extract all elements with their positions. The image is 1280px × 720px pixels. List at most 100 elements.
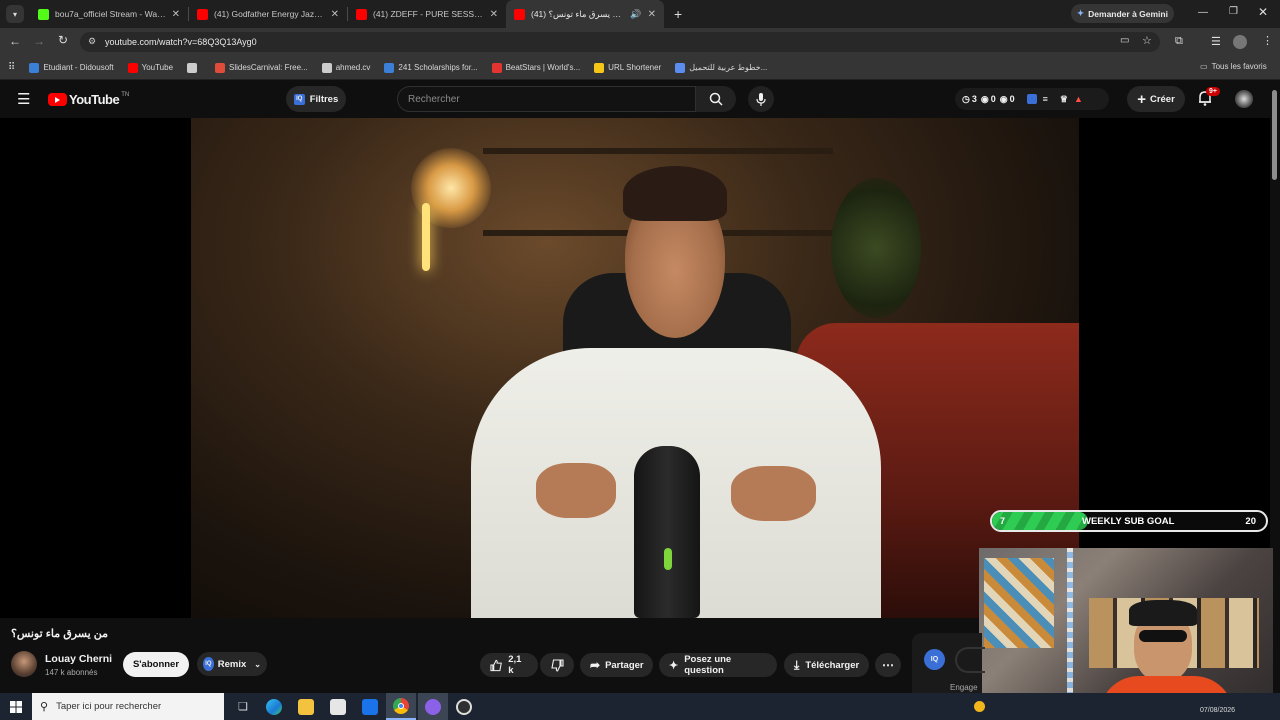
mail-icon[interactable] xyxy=(361,698,378,715)
sub-goal-bar: 7 WEEKLY SUB GOAL 20 xyxy=(990,510,1268,532)
windows-start-button[interactable] xyxy=(0,693,32,720)
remix-button[interactable]: IQ Remix ⌄ xyxy=(197,652,267,676)
tab-title: (41) Godfather Energy Jazz | Ol xyxy=(214,9,325,19)
back-arrow-icon[interactable]: ← xyxy=(9,34,21,48)
browser-tab[interactable]: bou7a_officiel Stream - Watch L ✕ xyxy=(30,0,188,28)
dislike-button[interactable] xyxy=(540,653,574,677)
wall-poster xyxy=(984,558,1054,648)
chrome-taskbar-button[interactable] xyxy=(385,693,416,720)
new-tab-button[interactable]: + xyxy=(674,6,682,22)
toggle-outline[interactable] xyxy=(955,647,985,673)
gemini-icon: ✦ xyxy=(1077,8,1085,18)
search-placeholder: Rechercher xyxy=(408,94,460,105)
country-code: TN xyxy=(121,91,130,98)
store-icon[interactable] xyxy=(329,698,346,715)
sub-goal-progress xyxy=(992,512,1088,530)
trophy-icon[interactable]: ♕ xyxy=(1060,94,1068,105)
share-button[interactable]: ➦ Partager xyxy=(580,653,653,677)
bookmark-item[interactable]: BeatStars | World's... xyxy=(491,62,580,73)
taskbar-search-placeholder: Taper ici pour rechercher xyxy=(56,701,162,712)
more-horizontal-icon: ⋯ xyxy=(882,658,894,672)
task-view-icon[interactable]: ❏ xyxy=(238,700,248,713)
thumbs-down-icon xyxy=(550,658,564,672)
forward-arrow-icon[interactable]: → xyxy=(33,34,45,48)
file-explorer-icon[interactable] xyxy=(297,698,314,715)
hamburger-menu-icon[interactable]: ☰ xyxy=(17,90,30,108)
tab-close-icon[interactable]: ✕ xyxy=(331,9,339,20)
filters-button[interactable]: IQ Filtres xyxy=(286,86,346,112)
close-window-button[interactable]: ✕ xyxy=(1258,5,1268,19)
profile-avatar[interactable] xyxy=(1233,35,1247,49)
bookmark-item[interactable]: YouTube xyxy=(127,62,173,73)
reload-icon[interactable]: ↻ xyxy=(58,33,68,47)
extensions-icon[interactable]: ⧉ xyxy=(1175,35,1183,48)
gemini-button[interactable]: ✦ Demander à Gemini xyxy=(1071,4,1174,23)
sparkle-icon: ✦ xyxy=(669,659,679,672)
search-input[interactable]: Rechercher xyxy=(397,86,696,112)
youtube-logo[interactable]: YouTube TN xyxy=(48,92,129,107)
taskbar-search-input[interactable]: ⚲ Taper ici pour rechercher xyxy=(32,693,224,720)
bookmark-item[interactable]: خطوط عربية للتحميل... xyxy=(675,62,767,73)
browser-tab-active[interactable]: (41) من يسرق ماء تونس؟ - e 🔊 ✕ xyxy=(506,0,664,28)
folder-icon: ▭ xyxy=(1200,62,1208,71)
address-bar[interactable]: ⚙ youtube.com/watch?v=68Q3Q13Ayg0 ▭ ☆ xyxy=(80,32,1160,52)
discord-icon xyxy=(424,698,441,715)
all-bookmarks-button[interactable]: ▭ Tous les favoris xyxy=(1200,62,1267,71)
alert-icon[interactable]: ▲ xyxy=(1074,94,1083,104)
more-actions-button[interactable]: ⋯ xyxy=(875,653,901,677)
edge-icon[interactable] xyxy=(265,698,282,715)
ask-label: Posez une question xyxy=(684,654,732,676)
browser-tab[interactable]: (41) ZDEFF - PURE SESSION (Li ✕ xyxy=(348,0,506,28)
person-hair xyxy=(623,166,727,221)
list-icon[interactable]: ≡ xyxy=(1043,94,1048,104)
ask-question-button[interactable]: ✦ Posez une question xyxy=(659,653,777,677)
tray-indicator[interactable] xyxy=(974,701,985,712)
video-player[interactable] xyxy=(0,118,1270,618)
discord-taskbar-button[interactable] xyxy=(417,693,448,720)
clock-icon: ◷ xyxy=(962,93,970,104)
create-button[interactable]: + Créer xyxy=(1127,86,1185,112)
subscribe-button[interactable]: S'abonner xyxy=(123,652,189,677)
counter-views: 0 xyxy=(990,94,996,104)
tab-close-icon[interactable]: ✕ xyxy=(172,9,180,20)
minimize-button[interactable]: — xyxy=(1198,7,1208,18)
channel-name[interactable]: Louay Cherni xyxy=(45,653,112,665)
search-button[interactable] xyxy=(696,86,736,112)
bookmark-favicon-icon xyxy=(384,62,395,73)
voice-search-button[interactable] xyxy=(748,86,774,112)
all-bookmarks-label: Tous les favoris xyxy=(1211,62,1267,71)
bookmark-item[interactable]: URL Shortener xyxy=(594,62,661,73)
download-button[interactable]: ⤓ Télécharger xyxy=(784,653,869,677)
bookmark-item[interactable]: ahmed.cv xyxy=(321,62,370,73)
bookmark-item[interactable]: Etudiant - Didousoft xyxy=(29,62,114,73)
share-icon: ➦ xyxy=(590,658,601,672)
notifications-button[interactable]: 9+ xyxy=(1198,87,1220,111)
bookmark-item[interactable]: 241 Scholarships for... xyxy=(384,62,478,73)
filters-label: Filtres xyxy=(309,93,339,105)
tab-search-button[interactable]: ▾ xyxy=(6,5,24,23)
tab-close-icon[interactable]: ✕ xyxy=(490,9,498,20)
tab-close-icon[interactable]: ✕ xyxy=(648,9,656,20)
obs-icon[interactable] xyxy=(455,698,472,715)
apps-grid-icon[interactable]: ⠿ xyxy=(8,62,15,73)
taskbar-date: 07/08/2026 xyxy=(1200,707,1236,714)
maximize-button[interactable]: ❐ xyxy=(1229,6,1238,17)
cast-icon[interactable]: ▭ xyxy=(1120,35,1129,46)
like-button[interactable]: 2,1 k xyxy=(480,653,538,677)
bookmark-item[interactable] xyxy=(187,62,201,73)
account-avatar[interactable] xyxy=(1235,90,1253,108)
star-icon[interactable]: ☆ xyxy=(1142,34,1152,47)
reading-list-icon[interactable]: ☰ xyxy=(1211,35,1221,48)
menu-kebab-icon[interactable]: ⋮ xyxy=(1262,34,1273,47)
bookmark-item[interactable]: SlidesCarnival: Free... xyxy=(215,62,308,73)
extension-iq-icon[interactable] xyxy=(1026,94,1037,104)
site-info-icon[interactable]: ⚙ xyxy=(88,36,96,47)
audio-playing-icon[interactable]: 🔊 xyxy=(630,9,641,20)
browser-tab[interactable]: (41) Godfather Energy Jazz | Ol ✕ xyxy=(189,0,347,28)
youtube-header: ☰ YouTube TN IQ Filtres Rechercher ◷ 3 ◉ 0… xyxy=(0,81,1280,118)
channel-avatar[interactable] xyxy=(11,651,37,677)
chrome-icon xyxy=(392,697,409,714)
sub-goal-label: WEEKLY SUB GOAL xyxy=(1082,516,1175,527)
iq-extension-button[interactable]: IQ xyxy=(924,649,945,670)
page-scrollbar[interactable] xyxy=(1272,90,1277,180)
